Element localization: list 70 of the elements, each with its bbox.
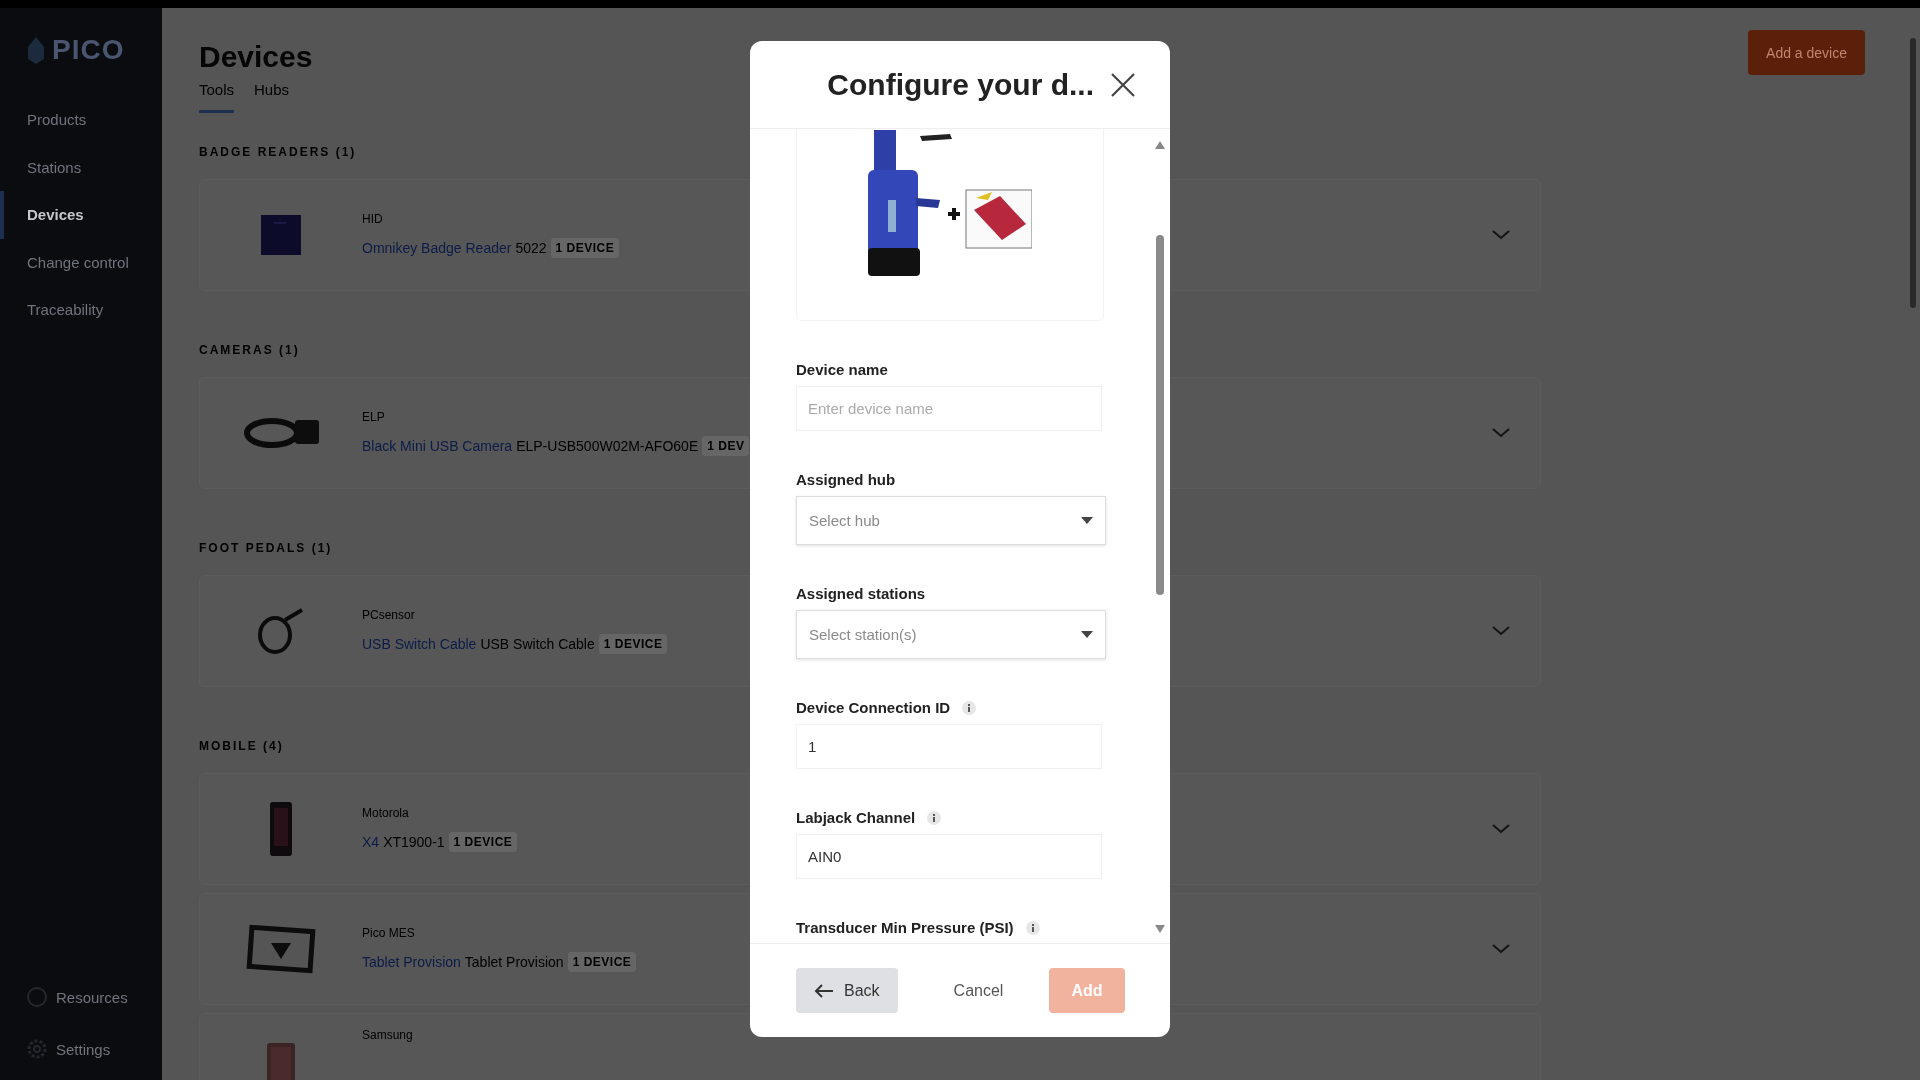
device-model: 5022: [515, 240, 547, 256]
nav-item[interactable]: Change control: [0, 238, 162, 286]
chevron-down-icon[interactable]: [1492, 230, 1510, 240]
info-icon[interactable]: [927, 810, 942, 825]
scroll-down-icon[interactable]: [1155, 925, 1165, 933]
tab[interactable]: Hubs: [254, 81, 290, 113]
input-field[interactable]: Enter device name: [796, 386, 1102, 431]
device-model: ELP-USB500W02M-AFO60E: [516, 438, 699, 454]
device-link[interactable]: X4: [362, 834, 380, 850]
field-label: Assigned hub: [796, 471, 896, 488]
field-label: Device Connection ID: [796, 699, 951, 716]
field-label: Assigned stations: [796, 585, 926, 602]
logo-text: PICO: [52, 34, 125, 66]
device-maker: ELP: [362, 410, 386, 424]
close-icon[interactable]: [1110, 71, 1136, 98]
section-heading: CAMERAS (1): [199, 343, 300, 357]
add-device-button[interactable]: Add a device: [1748, 30, 1865, 75]
settings-icon: [26, 1038, 48, 1060]
device-maker: Motorola: [362, 806, 410, 820]
device-link[interactable]: Tablet Provision: [362, 954, 461, 970]
chevron-down-icon[interactable]: [1492, 824, 1510, 834]
chevron-down-icon[interactable]: [1492, 626, 1510, 636]
info-icon[interactable]: [1025, 920, 1040, 935]
caret-icon: [1081, 517, 1093, 524]
device-count-badge: 1 DEVICE: [567, 952, 637, 972]
field-label: Device name: [796, 361, 888, 378]
chevron-down-icon[interactable]: [1492, 944, 1510, 954]
nav-label: Settings: [56, 1040, 111, 1058]
device-maker: Samsung: [362, 1028, 413, 1042]
field-label: Transducer Min Pressure (PSI): [796, 919, 1014, 936]
device-link[interactable]: USB Switch Cable: [362, 636, 477, 652]
device-model: XT1900-1: [383, 834, 445, 850]
section-heading: FOOT PEDALS (1): [199, 541, 333, 555]
page-title: Devices: [199, 40, 313, 74]
device-maker: PCsensor: [362, 608, 416, 622]
nav-item[interactable]: Stations: [0, 143, 162, 191]
field-label: Labjack Channel: [796, 809, 916, 826]
section-heading: BADGE READERS (1): [199, 145, 357, 159]
scroll-up-icon[interactable]: [1155, 141, 1165, 149]
info-icon[interactable]: [962, 700, 977, 715]
nav-label: Resources: [56, 988, 128, 1006]
scrollbar[interactable]: [1910, 38, 1916, 308]
caret-icon: [1081, 631, 1093, 638]
section-heading: MOBILE (4): [199, 739, 284, 753]
nav-item[interactable]: Resources: [26, 986, 162, 1008]
device-count-badge: 1 DEV: [702, 436, 750, 456]
modal-title: Configure your d...: [827, 67, 1094, 102]
device-count-badge: 1 DEVICE: [598, 634, 668, 654]
input-field[interactable]: AIN0: [796, 834, 1102, 879]
device-model: USB Switch Cable: [480, 636, 595, 652]
chevron-down-icon[interactable]: [1492, 428, 1510, 438]
device-count-badge: 1 DEVICE: [550, 238, 620, 258]
device-maker: HID: [362, 212, 384, 226]
back-button[interactable]: Back: [796, 968, 898, 1013]
cancel-button[interactable]: Cancel: [945, 968, 1012, 1013]
device-maker: Pico MES: [362, 926, 416, 940]
dropdown[interactable]: Select station(s): [796, 610, 1106, 659]
nav-item[interactable]: Products: [0, 96, 162, 144]
device-link[interactable]: Black Mini USB Camera: [362, 438, 513, 454]
device-count-badge: 1 DEVICE: [448, 832, 518, 852]
dropdown[interactable]: Select hub: [796, 496, 1106, 545]
device-model: Tablet Provision: [464, 954, 564, 970]
tab[interactable]: Tools: [199, 81, 235, 113]
scrollbar-thumb[interactable]: [1156, 235, 1164, 595]
input-field[interactable]: 1: [796, 724, 1102, 769]
device-link[interactable]: Omnikey Badge Reader: [362, 240, 512, 256]
arrow-left-icon: [814, 983, 834, 998]
nav-item[interactable]: Traceability: [0, 286, 162, 334]
nav-item[interactable]: Settings: [26, 1038, 162, 1060]
help-icon: [26, 986, 48, 1008]
